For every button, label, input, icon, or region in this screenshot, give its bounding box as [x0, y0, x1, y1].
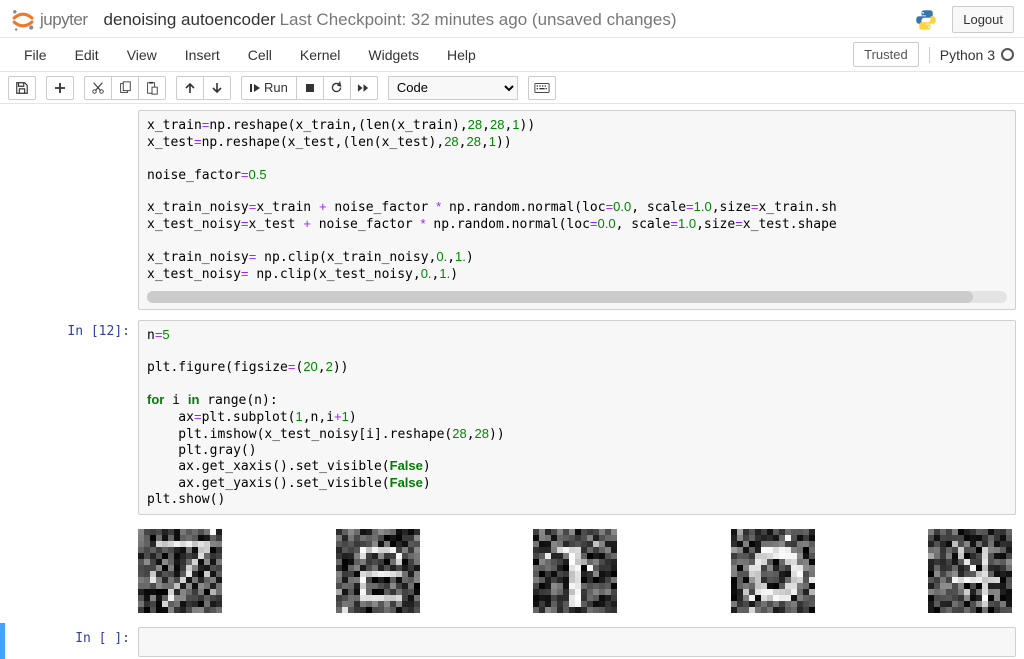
menu-kernel[interactable]: Kernel [286, 41, 354, 69]
cell-prompt: In [ ]: [8, 627, 138, 657]
code[interactable]: n=5 plt.figure(figsize=(20,2)) for i in … [147, 327, 1007, 508]
restart-button[interactable] [323, 76, 351, 100]
copy-button[interactable] [111, 76, 139, 100]
stop-icon [305, 83, 315, 93]
copy-icon [118, 81, 132, 95]
noisy-digit-image [336, 529, 420, 613]
code-cell[interactable]: In [12]: n=5 plt.figure(figsize=(20,2)) … [0, 316, 1024, 519]
noisy-digit-image [138, 529, 222, 613]
jupyter-logo[interactable]: jupyter [10, 7, 88, 33]
menu-widgets[interactable]: Widgets [354, 41, 433, 69]
python-icon [914, 8, 938, 32]
cell-prompt [8, 110, 138, 310]
interrupt-button[interactable] [296, 76, 324, 100]
keyboard-icon [534, 82, 550, 94]
menu-edit[interactable]: Edit [61, 41, 113, 69]
menu-help[interactable]: Help [433, 41, 490, 69]
code-cell[interactable]: In [ ]: [0, 623, 1024, 659]
code[interactable] [147, 634, 1007, 650]
cell-prompt: In [12]: [8, 320, 138, 515]
kernel-status-idle-icon [1001, 48, 1014, 61]
trusted-indicator[interactable]: Trusted [853, 42, 919, 67]
output-cell [0, 521, 1024, 621]
move-up-button[interactable] [176, 76, 204, 100]
arrow-down-icon [211, 82, 223, 94]
noisy-digit-image [533, 529, 617, 613]
notebook-area[interactable]: x_train=np.reshape(x_train,(len(x_train)… [0, 104, 1024, 659]
restart-run-button[interactable] [350, 76, 378, 100]
code-cell[interactable]: x_train=np.reshape(x_train,(len(x_train)… [0, 106, 1024, 314]
jupyter-logo-text: jupyter [40, 10, 88, 30]
logout-button[interactable]: Logout [952, 6, 1014, 33]
output-images [138, 529, 1016, 613]
code[interactable]: x_train=np.reshape(x_train,(len(x_train)… [147, 117, 1007, 283]
cell-input[interactable]: n=5 plt.figure(figsize=(20,2)) for i in … [138, 320, 1016, 515]
menu-file[interactable]: File [10, 41, 61, 69]
kernel-indicator[interactable]: Python 3 [929, 47, 1014, 63]
checkpoint-status: Last Checkpoint: 32 minutes ago (unsaved… [280, 10, 677, 30]
noisy-digit-image [928, 529, 1012, 613]
cell-input[interactable]: x_train=np.reshape(x_train,(len(x_train)… [138, 110, 1016, 310]
save-button[interactable] [8, 76, 36, 100]
toolbar: Run Code [0, 72, 1024, 104]
run-button[interactable]: Run [241, 76, 297, 100]
plus-icon [54, 82, 66, 94]
menu-view[interactable]: View [113, 41, 171, 69]
paste-button[interactable] [138, 76, 166, 100]
save-icon [15, 81, 29, 95]
menu-insert[interactable]: Insert [171, 41, 234, 69]
move-down-button[interactable] [203, 76, 231, 100]
paste-icon [145, 81, 159, 95]
insert-cell-button[interactable] [46, 76, 74, 100]
fast-forward-icon [357, 83, 370, 93]
noisy-digit-image [731, 529, 815, 613]
header: jupyter denoising autoencoder Last Check… [0, 0, 1024, 38]
command-palette-button[interactable] [528, 76, 556, 100]
run-icon [250, 83, 260, 93]
notebook-name[interactable]: denoising autoencoder [104, 10, 276, 30]
horizontal-scrollbar[interactable] [147, 291, 1007, 303]
celltype-select[interactable]: Code [388, 76, 518, 100]
restart-icon [330, 81, 343, 94]
kernel-name: Python 3 [940, 47, 995, 63]
arrow-up-icon [184, 82, 196, 94]
output-area [138, 525, 1016, 617]
cell-input[interactable] [138, 627, 1016, 657]
menubar: File Edit View Insert Cell Kernel Widget… [0, 38, 1024, 72]
scissors-icon [91, 81, 105, 95]
menu-cell[interactable]: Cell [234, 41, 286, 69]
cut-button[interactable] [84, 76, 112, 100]
jupyter-orbit-icon [10, 7, 36, 33]
